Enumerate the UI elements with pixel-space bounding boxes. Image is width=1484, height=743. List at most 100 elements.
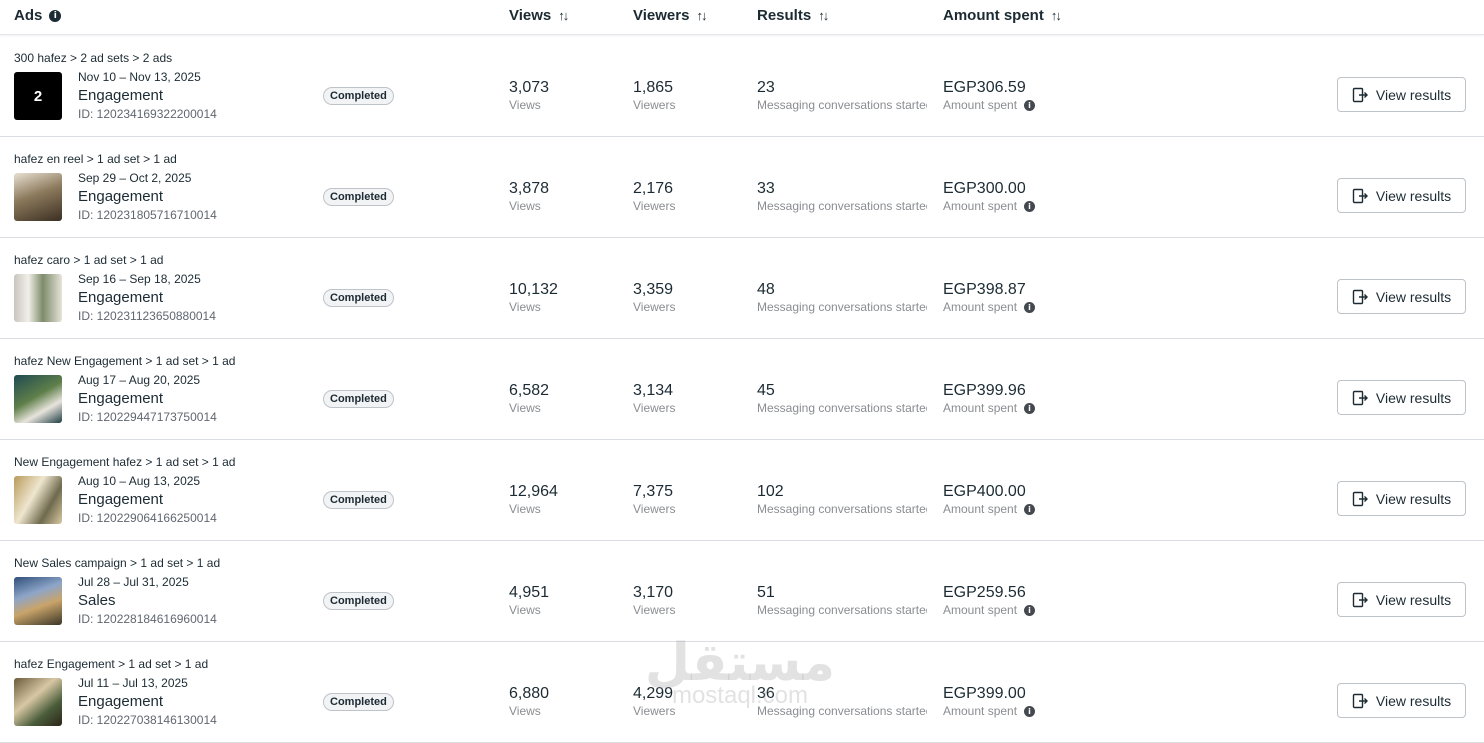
ad-thumbnail[interactable] bbox=[14, 678, 62, 726]
viewers-label: Viewers bbox=[633, 98, 676, 112]
view-results-button[interactable]: View results bbox=[1337, 178, 1466, 213]
viewers-value: 2,176 bbox=[633, 180, 674, 197]
amount-spent-value: EGP398.87 bbox=[943, 281, 1026, 298]
ad-thumbnail[interactable] bbox=[14, 173, 62, 221]
results-cell: 45 Messaging conversations started bbox=[757, 382, 927, 415]
info-icon[interactable]: i bbox=[1024, 301, 1036, 313]
results-cell: 51 Messaging conversations started bbox=[757, 584, 927, 617]
views-value: 10,132 bbox=[509, 281, 558, 298]
amount-spent-label-row: Amount spent i bbox=[943, 502, 1036, 516]
viewers-cell: 7,375 Viewers bbox=[633, 483, 675, 516]
results-value: 23 bbox=[757, 79, 775, 96]
ad-objective: Engagement bbox=[78, 289, 164, 306]
amount-spent-label: Amount spent bbox=[943, 704, 1018, 718]
ad-objective: Engagement bbox=[78, 693, 164, 710]
exit-icon bbox=[1352, 289, 1368, 305]
amount-spent-cell: EGP259.56 Amount spent i bbox=[943, 584, 1036, 617]
info-icon[interactable]: i bbox=[1024, 402, 1036, 414]
info-icon[interactable]: i bbox=[1024, 99, 1036, 111]
results-label: Messaging conversations started bbox=[757, 603, 927, 617]
status-badge: Completed bbox=[323, 289, 394, 307]
exit-icon bbox=[1352, 491, 1368, 507]
view-results-label: View results bbox=[1375, 187, 1452, 204]
viewers-value: 3,170 bbox=[633, 584, 674, 601]
info-icon[interactable]: i bbox=[1024, 705, 1036, 717]
viewers-label: Viewers bbox=[633, 300, 676, 314]
views-cell: 3,878 Views bbox=[509, 180, 549, 213]
view-results-label: View results bbox=[1375, 288, 1452, 305]
header-viewers-label: Viewers bbox=[633, 7, 690, 24]
info-icon[interactable]: i bbox=[1024, 604, 1036, 616]
results-label: Messaging conversations started bbox=[757, 704, 927, 718]
ad-breadcrumb[interactable]: hafez caro > 1 ad set > 1 ad bbox=[14, 253, 163, 267]
table-row: hafez en reel > 1 ad set > 1 ad Sep 29 –… bbox=[0, 137, 1484, 238]
results-value: 36 bbox=[757, 685, 775, 702]
amount-spent-label-row: Amount spent i bbox=[943, 704, 1036, 718]
view-results-button[interactable]: View results bbox=[1337, 380, 1466, 415]
info-icon[interactable]: i bbox=[1024, 503, 1036, 515]
view-results-label: View results bbox=[1375, 490, 1452, 507]
sort-icon[interactable]: ↑↓ bbox=[696, 8, 707, 23]
ad-breadcrumb[interactable]: 300 hafez > 2 ad sets > 2 ads bbox=[14, 51, 172, 65]
ad-dates: Aug 10 – Aug 13, 2025 bbox=[78, 474, 201, 488]
ad-breadcrumb[interactable]: hafez New Engagement > 1 ad set > 1 ad bbox=[14, 354, 235, 368]
ad-dates: Jul 11 – Jul 13, 2025 bbox=[78, 676, 188, 690]
exit-icon bbox=[1352, 87, 1368, 103]
view-results-button[interactable]: View results bbox=[1337, 481, 1466, 516]
ad-id: ID: 120234169322200014 bbox=[78, 107, 217, 121]
view-results-button[interactable]: View results bbox=[1337, 77, 1466, 112]
amount-spent-cell: EGP300.00 Amount spent i bbox=[943, 180, 1036, 213]
ad-id: ID: 120229447173750014 bbox=[78, 410, 217, 424]
info-icon[interactable]: i bbox=[49, 9, 62, 22]
views-label: Views bbox=[509, 401, 541, 415]
info-icon[interactable]: i bbox=[1024, 200, 1036, 212]
exit-icon bbox=[1352, 693, 1368, 709]
viewers-cell: 1,865 Viewers bbox=[633, 79, 675, 112]
ad-thumbnail[interactable] bbox=[14, 577, 62, 625]
ad-thumbnail[interactable] bbox=[14, 375, 62, 423]
table-row: New Sales campaign > 1 ad set > 1 ad Jul… bbox=[0, 541, 1484, 642]
header-viewers[interactable]: Viewers ↑↓ bbox=[633, 7, 707, 24]
sort-icon[interactable]: ↑↓ bbox=[1051, 8, 1062, 23]
views-cell: 4,951 Views bbox=[509, 584, 549, 617]
ad-breadcrumb[interactable]: hafez en reel > 1 ad set > 1 ad bbox=[14, 152, 177, 166]
amount-spent-cell: EGP398.87 Amount spent i bbox=[943, 281, 1036, 314]
ad-thumbnail[interactable] bbox=[14, 476, 62, 524]
results-cell: 36 Messaging conversations started bbox=[757, 685, 927, 718]
ad-breadcrumb[interactable]: New Sales campaign > 1 ad set > 1 ad bbox=[14, 556, 220, 570]
ad-objective: Engagement bbox=[78, 87, 164, 104]
view-results-button[interactable]: View results bbox=[1337, 582, 1466, 617]
views-label: Views bbox=[509, 603, 541, 617]
views-value: 4,951 bbox=[509, 584, 550, 601]
views-value: 3,073 bbox=[509, 79, 550, 96]
header-amount-spent[interactable]: Amount spent ↑↓ bbox=[943, 7, 1062, 24]
header-views[interactable]: Views ↑↓ bbox=[509, 7, 569, 24]
ad-id: ID: 120227038146130014 bbox=[78, 713, 217, 727]
results-value: 45 bbox=[757, 382, 775, 399]
amount-spent-label-row: Amount spent i bbox=[943, 98, 1036, 112]
ad-thumbnail[interactable]: 2 bbox=[14, 72, 62, 120]
results-cell: 48 Messaging conversations started bbox=[757, 281, 927, 314]
ad-breadcrumb[interactable]: New Engagement hafez > 1 ad set > 1 ad bbox=[14, 455, 235, 469]
ad-dates: Nov 10 – Nov 13, 2025 bbox=[78, 70, 201, 84]
ad-id: ID: 120229064166250014 bbox=[78, 511, 217, 525]
views-label: Views bbox=[509, 502, 541, 516]
amount-spent-label-row: Amount spent i bbox=[943, 603, 1036, 617]
status-badge: Completed bbox=[323, 592, 394, 610]
ad-objective: Sales bbox=[78, 592, 116, 609]
status-badge: Completed bbox=[323, 390, 394, 408]
header-results[interactable]: Results ↑↓ bbox=[757, 7, 829, 24]
ad-objective: Engagement bbox=[78, 188, 164, 205]
results-cell: 102 Messaging conversations started bbox=[757, 483, 927, 516]
ad-thumbnail[interactable] bbox=[14, 274, 62, 322]
sort-icon[interactable]: ↑↓ bbox=[818, 8, 829, 23]
views-cell: 3,073 Views bbox=[509, 79, 549, 112]
ad-id: ID: 120231123650880014 bbox=[78, 309, 216, 323]
sort-icon[interactable]: ↑↓ bbox=[558, 8, 569, 23]
view-results-button[interactable]: View results bbox=[1337, 683, 1466, 718]
table-row: 300 hafez > 2 ad sets > 2 ads 2 Nov 10 –… bbox=[0, 36, 1484, 137]
view-results-button[interactable]: View results bbox=[1337, 279, 1466, 314]
ad-dates: Aug 17 – Aug 20, 2025 bbox=[78, 373, 201, 387]
view-results-label: View results bbox=[1375, 692, 1452, 709]
ad-breadcrumb[interactable]: hafez Engagement > 1 ad set > 1 ad bbox=[14, 657, 208, 671]
